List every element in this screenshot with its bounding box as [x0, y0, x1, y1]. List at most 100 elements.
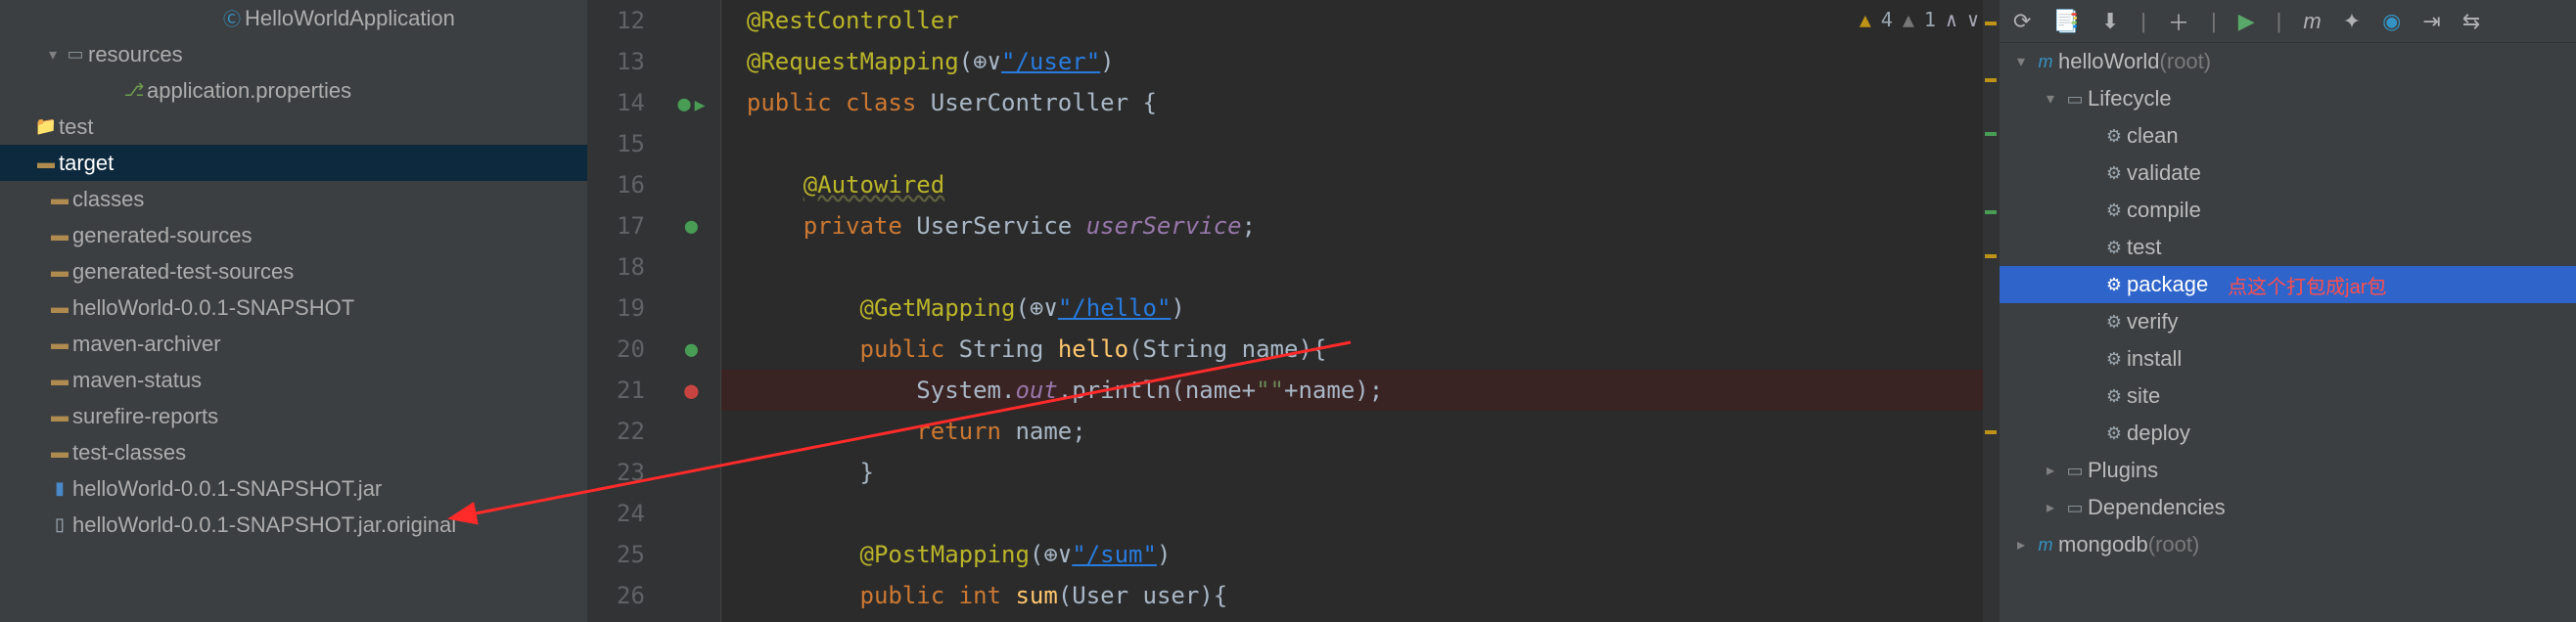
code-area[interactable]: @RestController@RequestMapping(⊕∨"/user"… [721, 0, 1999, 622]
code-line[interactable]: @RequestMapping(⊕∨"/user") [721, 41, 1999, 82]
maven-project-root[interactable]: ▸mmongodb (root) [2000, 526, 2576, 563]
tree-item-label: maven-archiver [72, 332, 221, 357]
gutter-mark[interactable] [663, 246, 720, 288]
gear-icon: ⚙ [2101, 126, 2127, 147]
code-line[interactable] [721, 246, 1999, 288]
code-line[interactable]: @GetMapping(⊕∨"/hello") [721, 288, 1999, 329]
code-line[interactable]: System.out.println(name+""+name); [721, 370, 1999, 411]
execute-goal-icon[interactable]: m [2303, 9, 2321, 34]
project-tree-item[interactable]: ▬target [0, 145, 587, 181]
code-line[interactable]: return name; [721, 411, 1999, 452]
gear-icon: ⚙ [2101, 312, 2127, 333]
run-icon[interactable]: ▶ [2238, 9, 2255, 34]
settings-icon[interactable]: ⇆ [2462, 9, 2480, 34]
collapse-all-icon[interactable]: ⇥ [2422, 9, 2440, 34]
gutter-mark[interactable] [663, 0, 720, 41]
code-line[interactable] [721, 123, 1999, 164]
gutter-mark[interactable] [663, 82, 720, 123]
gear-icon: ⚙ [2101, 200, 2127, 221]
gutter-mark[interactable] [663, 370, 720, 411]
project-tree-item[interactable]: ▬classes [0, 181, 587, 217]
gear-icon: ⚙ [2101, 163, 2127, 184]
tree-item-label: resources [88, 42, 183, 67]
gutter-mark[interactable] [663, 41, 720, 82]
maven-goal-clean[interactable]: ⚙clean [2000, 117, 2576, 155]
project-tree-item[interactable]: ▬maven-status [0, 362, 587, 398]
marker-gutter[interactable] [663, 0, 721, 622]
code-line[interactable]: @PostMapping(⊕∨"/sum") [721, 534, 1999, 575]
toggle-skip-tests-icon[interactable]: ✦ [2343, 9, 2361, 34]
chevron-icon: ▾ [2009, 52, 2033, 71]
project-tree-item[interactable]: ⒸHelloWorldApplication [0, 0, 587, 36]
project-tree-item[interactable]: ⎇application.properties [0, 72, 587, 109]
gutter-mark[interactable] [663, 534, 720, 575]
maven-lifecycle-folder[interactable]: ▾▭Lifecycle [2000, 80, 2576, 117]
inspections-summary[interactable]: ▲ 4 ▲ 1 ∧ ∨ [1860, 8, 1979, 31]
chevron-icon: ▾ [43, 45, 63, 65]
maven-goal-validate[interactable]: ⚙validate [2000, 155, 2576, 192]
code-line[interactable]: private UserService userService; [721, 205, 1999, 246]
project-tree-item[interactable]: 📁test [0, 109, 587, 145]
maven-goal-package[interactable]: ⚙package点这个打包成jar包 [2000, 266, 2576, 303]
project-tree-item[interactable]: ▬maven-archiver [0, 326, 587, 362]
gutter-mark[interactable] [663, 288, 720, 329]
gear-icon: ⚙ [2101, 423, 2127, 444]
gutter-mark[interactable] [663, 164, 720, 205]
code-line[interactable]: public String hello(String name){ [721, 329, 1999, 370]
maven-node-label: clean [2127, 123, 2179, 149]
gutter-mark[interactable] [663, 452, 720, 493]
next-highlight-icon[interactable]: ∨ [1967, 8, 1979, 31]
download-icon[interactable]: ⬇ [2101, 9, 2119, 34]
maven-icon: m [2033, 52, 2058, 72]
project-tree-item[interactable]: ▯helloWorld-0.0.1-SNAPSHOT.jar.original [0, 507, 587, 543]
project-tree-item[interactable]: ▬surefire-reports [0, 398, 587, 434]
tree-item-label: test-classes [72, 440, 186, 466]
maven-goal-verify[interactable]: ⚙verify [2000, 303, 2576, 340]
gutter-mark[interactable] [663, 205, 720, 246]
project-tree-item[interactable]: ▬test-classes [0, 434, 587, 470]
maven-projects-tree[interactable]: ▾mhelloWorld (root)▾▭Lifecycle⚙clean⚙val… [2000, 43, 2576, 622]
code-line[interactable]: @RestController [721, 0, 1999, 41]
line-number: 15 [617, 123, 645, 164]
code-line[interactable]: @Autowired [721, 164, 1999, 205]
project-tree-item[interactable]: ▮helloWorld-0.0.1-SNAPSHOT.jar [0, 470, 587, 507]
gutter-mark[interactable] [663, 493, 720, 534]
maven-node-label: Dependencies [2088, 495, 2226, 520]
project-tree-item[interactable]: ▬helloWorld-0.0.1-SNAPSHOT [0, 289, 587, 326]
code-line[interactable]: public int sum(User user){ [721, 575, 1999, 616]
project-tree-item[interactable]: ▬generated-test-sources [0, 253, 587, 289]
maven-goal-install[interactable]: ⚙install [2000, 340, 2576, 378]
code-editor[interactable]: 121314151617181920212223242526 @RestCont… [587, 0, 1999, 622]
gutter-mark[interactable] [663, 411, 720, 452]
maven-project-root[interactable]: ▾mhelloWorld (root) [2000, 43, 2576, 80]
maven-goal-test[interactable]: ⚙test [2000, 229, 2576, 266]
code-line[interactable] [721, 493, 1999, 534]
code-line[interactable]: public class UserController { [721, 82, 1999, 123]
maven-goal-site[interactable]: ⚙site [2000, 378, 2576, 415]
project-tree-item[interactable]: ▬generated-sources [0, 217, 587, 253]
maven-dependencies-folder[interactable]: ▸▭Dependencies [2000, 489, 2576, 526]
add-icon[interactable]: ＋ [2168, 6, 2189, 37]
generate-sources-icon[interactable]: 📑 [2052, 9, 2079, 34]
prev-highlight-icon[interactable]: ∧ [1946, 8, 1957, 31]
code-line[interactable]: } [721, 452, 1999, 493]
maven-goal-compile[interactable]: ⚙compile [2000, 192, 2576, 229]
maven-node-label: install [2127, 346, 2182, 372]
maven-toolbar[interactable]: ⟳ 📑 ⬇ | ＋ | ▶ | m ✦ ◉ ⇥ ⇆ [2000, 0, 2576, 43]
maven-plugins-folder[interactable]: ▸▭Plugins [2000, 452, 2576, 489]
tree-item-label: classes [72, 187, 144, 212]
error-stripe[interactable] [1983, 0, 1999, 622]
reimport-icon[interactable]: ⟳ [2013, 9, 2031, 34]
gutter-mark[interactable] [663, 575, 720, 616]
chevron-icon: ▸ [2009, 535, 2033, 555]
gutter-mark[interactable] [663, 329, 720, 370]
project-tree-item[interactable]: ▾▭resources [0, 36, 587, 72]
show-deps-icon[interactable]: ◉ [2382, 9, 2401, 34]
tree-item-label: generated-test-sources [72, 259, 294, 285]
maven-tool-window[interactable]: ⟳ 📑 ⬇ | ＋ | ▶ | m ✦ ◉ ⇥ ⇆ ▾mhelloWorld (… [1999, 0, 2576, 622]
project-tree[interactable]: ⒸHelloWorldApplication▾▭resources⎇applic… [0, 0, 587, 622]
maven-icon: m [2033, 535, 2058, 555]
maven-goal-deploy[interactable]: ⚙deploy [2000, 415, 2576, 452]
chevron-icon: ▸ [2039, 498, 2062, 517]
gutter-mark[interactable] [663, 123, 720, 164]
